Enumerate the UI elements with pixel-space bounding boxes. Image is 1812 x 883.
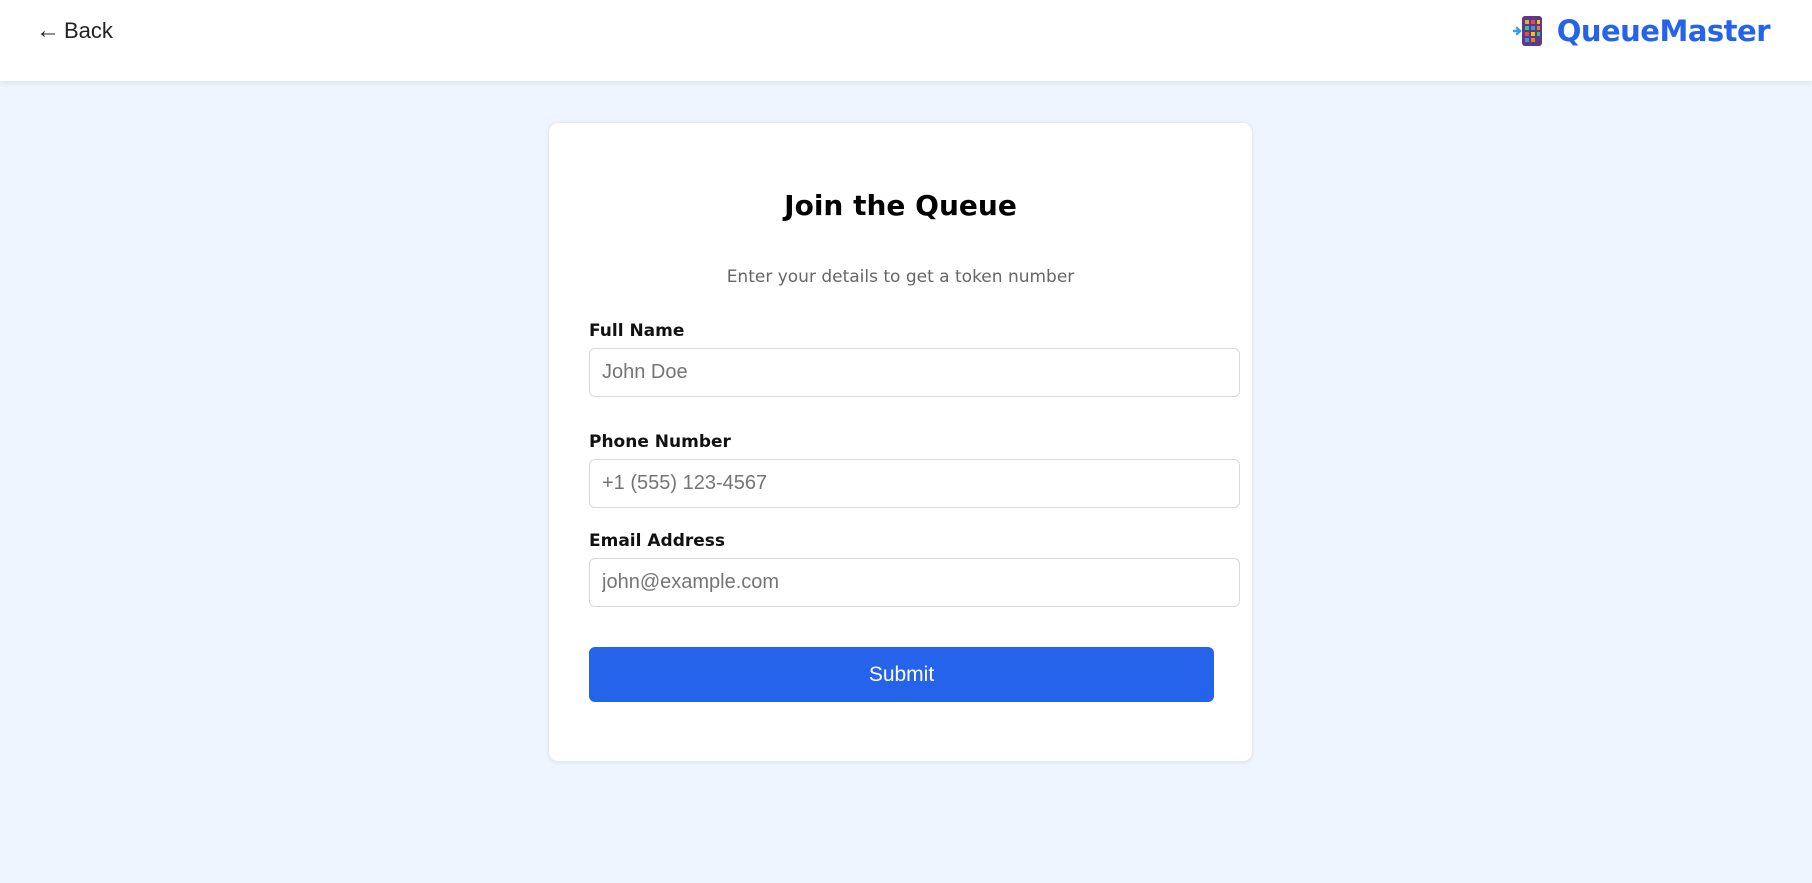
full-name-input[interactable] xyxy=(589,348,1240,397)
email-address-label: Email Address xyxy=(589,531,726,551)
page-title: Join the Queue xyxy=(784,189,1017,222)
brand-logo[interactable]: QueueMaster xyxy=(1512,14,1771,48)
arrow-left-icon: ← xyxy=(36,17,60,44)
full-name-label: Full Name xyxy=(589,321,685,341)
top-bar: ← Back QueueMaster xyxy=(0,0,1812,81)
phone-number-input[interactable] xyxy=(589,459,1240,508)
queue-app-icon xyxy=(1512,16,1542,46)
page-subtitle: Enter your details to get a token number xyxy=(726,267,1075,287)
join-queue-card: Join the Queue Enter your details to get… xyxy=(548,122,1253,762)
email-address-input[interactable] xyxy=(589,558,1240,607)
back-link[interactable]: ← Back xyxy=(36,18,113,44)
back-label: Back xyxy=(64,18,113,43)
phone-number-label: Phone Number xyxy=(589,432,731,452)
brand-name: QueueMaster xyxy=(1556,14,1771,48)
submit-button[interactable]: Submit xyxy=(589,647,1214,702)
